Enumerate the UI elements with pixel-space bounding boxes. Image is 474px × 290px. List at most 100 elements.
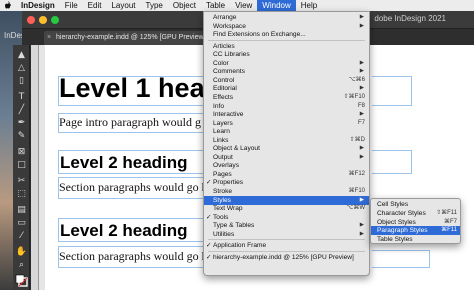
menu-item-label: Comments	[213, 68, 245, 76]
traffic-lights	[27, 16, 59, 24]
submenu-item-label: Table Styles	[377, 236, 413, 244]
menu-item-label: Effects	[213, 93, 234, 101]
menu-item-label: Find Extensions on Exchange...	[213, 31, 306, 39]
menu-item-label: Tools	[213, 213, 229, 221]
menu-item-label: Stroke	[213, 188, 233, 195]
heading-2b[interactable]: Level 2 heading	[60, 221, 188, 241]
submenu-item-label: Character Styles	[377, 209, 426, 217]
menu-edit[interactable]: Edit	[83, 0, 107, 11]
window-title: dobe InDesign 2021	[374, 14, 446, 23]
fill-stroke-swatch-icon[interactable]	[15, 274, 28, 287]
submenu-item-shortcut: ⌘F7	[443, 218, 457, 225]
menu-item-label: Overlays	[213, 162, 240, 170]
menu-item-label: Utilities	[213, 230, 235, 238]
menu-separator	[208, 39, 365, 41]
menu-type[interactable]: Type	[141, 0, 168, 11]
section-paragraph-a[interactable]: Section paragraphs would go here.	[59, 180, 225, 195]
menu-file[interactable]: File	[60, 0, 83, 11]
checkmark-icon: ✓	[206, 242, 212, 250]
menu-item-label: CC Libraries	[213, 51, 250, 59]
selection-tool-icon[interactable]: ▲	[15, 49, 28, 62]
menu-item-label: Interactive	[213, 111, 244, 119]
type-tool-icon[interactable]: T	[15, 91, 28, 104]
menu-separator	[208, 239, 365, 241]
submenu-item-shortcut: ⇧⌘F11	[436, 209, 457, 216]
page-tool-icon[interactable]: ▯	[15, 75, 28, 88]
submenu-item-label: Cell Styles	[377, 201, 409, 208]
heading-1[interactable]: Level 1 head	[59, 73, 221, 104]
zoom-window-icon[interactable]	[51, 16, 59, 24]
submenu-item-label: Object Styles	[377, 218, 416, 226]
close-tab-icon[interactable]: ×	[47, 34, 51, 41]
menu-item-label: Control	[213, 76, 235, 84]
menu-item-label: Object & Layout	[213, 145, 260, 153]
hand-tool-icon[interactable]: ✋	[15, 246, 28, 259]
menu-item-label: Color	[213, 59, 229, 67]
heading-1-frame-edge	[372, 76, 412, 106]
menu-item-label: Workspace	[213, 22, 246, 30]
styles-submenu-item-cell-styles[interactable]: Cell Styles	[371, 200, 460, 209]
checkmark-icon: ✓	[206, 253, 212, 261]
submenu-item-label: Paragraph Styles	[377, 227, 428, 235]
intro-paragraph[interactable]: Page intro paragraph would g	[59, 115, 201, 130]
menu-item-label: Text Wrap	[213, 205, 243, 213]
frame-tool-icon[interactable]: ⊠	[15, 146, 28, 159]
menu-item-label: Links	[213, 136, 229, 144]
styles-submenu-item-table-styles[interactable]: Table Styles	[371, 235, 460, 244]
minimize-window-icon[interactable]	[39, 16, 47, 24]
menu-help[interactable]: Help	[296, 0, 322, 11]
menu-separator	[208, 250, 365, 252]
window-menu-item-find-extensions-on-exchange[interactable]: Find Extensions on Exchange...	[204, 30, 369, 39]
vertical-ruler[interactable]	[31, 45, 39, 290]
section-paragraph-b[interactable]: Section paragraphs would go here.	[59, 249, 225, 264]
heading-2a[interactable]: Level 2 heading	[60, 153, 188, 173]
close-window-icon[interactable]	[27, 16, 35, 24]
styles-submenu-item-character-styles[interactable]: Character Styles ⇧⌘F11	[371, 209, 460, 218]
menu-bar: InDesign File Edit Layout Type Object Ta…	[0, 0, 474, 11]
document-tab-label: hierarchy-example.indd @ 125% [GPU Previ…	[56, 34, 206, 41]
menu-object[interactable]: Object	[168, 0, 201, 11]
menu-item-label: Arrange	[213, 14, 237, 21]
para-b-frame-edge	[372, 250, 430, 268]
free-transform-tool-icon[interactable]: ⬚	[15, 188, 28, 201]
apple-menu-icon[interactable]	[0, 0, 16, 11]
submenu-arrow-icon: ▶	[359, 230, 364, 237]
line-tool-icon[interactable]: ╱	[15, 104, 28, 117]
menu-item-label: Articles	[213, 42, 235, 50]
menu-item-label: Properties	[213, 179, 244, 187]
menu-table[interactable]: Table	[201, 0, 230, 11]
menu-item-label: Learn	[213, 128, 230, 136]
menu-item-label: Output	[213, 153, 233, 161]
menu-window[interactable]: Window	[257, 0, 296, 11]
menu-layout[interactable]: Layout	[106, 0, 140, 11]
pencil-tool-icon[interactable]: ✎	[15, 130, 28, 143]
menu-item-label: Editorial	[213, 85, 237, 93]
window-menu-item-application-frame[interactable]: ✓ Application Frame	[204, 241, 369, 250]
styles-submenu-item-paragraph-styles[interactable]: Paragraph Styles ⌘F11	[371, 226, 460, 236]
menu-item-label: Type & Tables	[213, 222, 255, 230]
scissors-tool-icon[interactable]: ✂	[15, 175, 28, 188]
styles-submenu-item-object-styles[interactable]: Object Styles ⌘F7	[371, 218, 460, 227]
zoom-tool-icon[interactable]: ⌕	[15, 259, 28, 272]
tools-panel: ▲ △ ▯ T ╱ ✒ ✎ ⊠ □ ✂ ⬚ ▤ ▭ ⁄ ✋ ⌕	[13, 45, 30, 290]
eyedropper-tool-icon[interactable]: ⁄	[15, 230, 28, 243]
submenu-item-shortcut: ⌘F11	[441, 227, 457, 234]
gradient-tool-icon[interactable]: ▤	[15, 204, 28, 217]
window-menu-item-utilities[interactable]: Utilities ▶	[204, 230, 369, 239]
note-tool-icon[interactable]: ▭	[15, 217, 28, 230]
menu-item-label: Application Frame	[213, 242, 267, 250]
pen-tool-icon[interactable]: ✒	[15, 117, 28, 130]
window-menu: Arrange ▶ Workspace ▶ Find Extensions on Exc…	[203, 11, 370, 276]
menu-item-label: Layers	[213, 119, 233, 127]
document-tab[interactable]: × hierarchy-example.indd @ 125% [GPU Pre…	[44, 31, 212, 45]
menu-view[interactable]: View	[230, 0, 257, 11]
menu-item-label: Pages	[213, 170, 232, 178]
direct-selection-tool-icon[interactable]: △	[15, 62, 28, 75]
heading-2a-frame-edge	[372, 150, 412, 174]
menu-item-label: Styles	[213, 196, 231, 204]
window-menu-item-hierarchy-example-indd-125-gpu-preview[interactable]: ✓ hierarchy-example.indd @ 125% [GPU Prev…	[204, 253, 369, 262]
styles-submenu: Cell Styles Character Styles ⇧⌘F11 Object S…	[370, 198, 461, 244]
menu-item-label: hierarchy-example.indd @ 125% [GPU Previ…	[213, 253, 354, 261]
rectangle-tool-icon[interactable]: □	[15, 159, 28, 172]
menu-indesign[interactable]: InDesign	[16, 0, 60, 11]
